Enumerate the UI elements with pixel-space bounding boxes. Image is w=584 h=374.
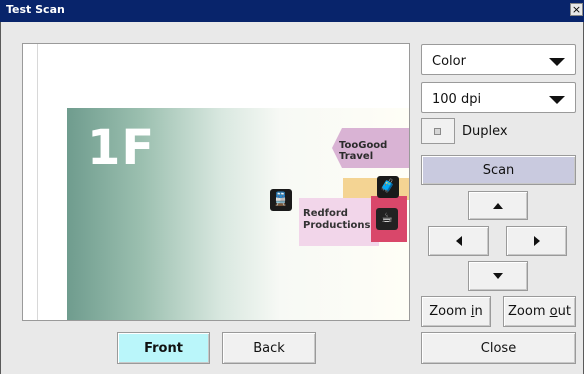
scan-button[interactable]: Scan: [421, 155, 576, 185]
shop-label: TooGood Travel: [339, 140, 388, 162]
luggage-icon: 🧳: [377, 176, 399, 198]
close-button[interactable]: Close: [421, 332, 576, 364]
arrow-right-icon: [533, 236, 540, 246]
resolution-select[interactable]: 100 dpi: [421, 82, 576, 113]
production-label: Redford Productions: [303, 208, 371, 232]
duplex-checkbox[interactable]: [421, 118, 455, 144]
zoom-in-label: Zoom in: [429, 304, 482, 319]
title-bar: Test Scan ×: [0, 0, 584, 22]
color-mode-value: Color: [432, 54, 466, 69]
production-label-line: Productions: [303, 220, 371, 231]
chevron-down-icon: [549, 96, 565, 104]
checkbox-indicator: [434, 128, 441, 135]
duplex-label: Duplex: [462, 124, 508, 139]
zoom-out-label: Zoom out: [508, 304, 571, 319]
close-icon[interactable]: ×: [570, 3, 583, 16]
resolution-value: 100 dpi: [432, 92, 482, 107]
window-title: Test Scan: [6, 3, 65, 16]
arrow-down-icon: [493, 273, 503, 279]
production-label-line: Redford: [303, 208, 348, 219]
zoom-in-text: n: [474, 304, 483, 319]
page-edge: [37, 44, 38, 320]
floor-label: 1F: [87, 120, 156, 176]
coffee-icon: ☕: [376, 208, 398, 230]
pan-up-button[interactable]: [468, 191, 528, 220]
zoom-out-text: Zoom: [508, 304, 550, 319]
zoom-out-accelerator: o: [549, 304, 558, 319]
pan-down-button[interactable]: [468, 261, 528, 291]
train-icon: 🚆: [270, 189, 292, 211]
zoom-in-button[interactable]: Zoom in: [421, 296, 491, 327]
scanned-map-image: 1F TooGood Travel Redford Productions 🚆 …: [67, 108, 409, 320]
back-page-button[interactable]: Back: [222, 332, 316, 364]
arrow-left-icon: [455, 236, 462, 246]
zoom-in-text: Zoom: [429, 304, 471, 319]
pan-left-button[interactable]: [428, 226, 489, 256]
scan-preview[interactable]: 1F TooGood Travel Redford Productions 🚆 …: [22, 43, 410, 321]
color-mode-select[interactable]: Color: [421, 44, 576, 75]
front-page-button[interactable]: Front: [117, 332, 210, 364]
arrow-up-icon: [493, 202, 503, 209]
pan-right-button[interactable]: [506, 226, 567, 256]
chevron-down-icon: [549, 58, 565, 66]
zoom-out-text: ut: [557, 304, 571, 319]
zoom-out-button[interactable]: Zoom out: [503, 296, 576, 327]
